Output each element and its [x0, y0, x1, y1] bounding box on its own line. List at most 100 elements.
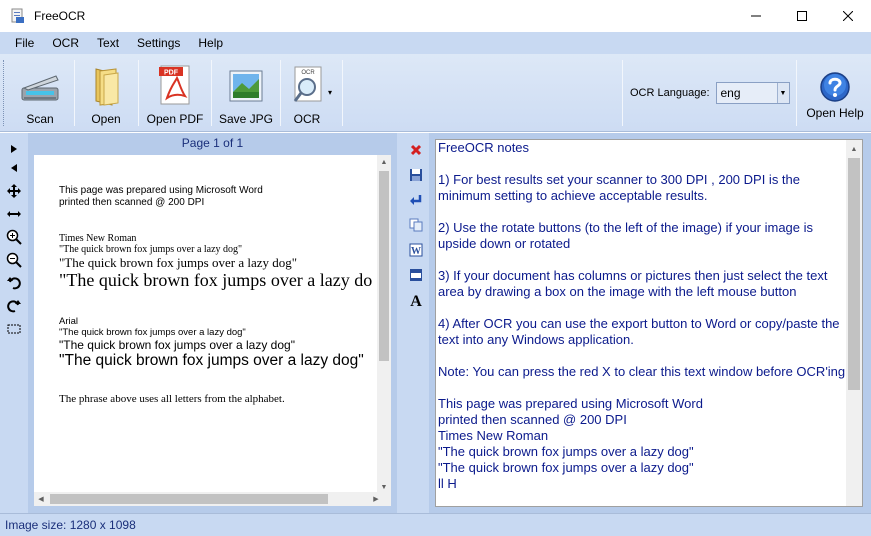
zoom-in-button[interactable]: [1, 225, 27, 248]
zoom-out-button[interactable]: [1, 248, 27, 271]
page-line: Arial: [59, 316, 79, 327]
menu-ocr[interactable]: OCR: [43, 32, 88, 54]
red-x-icon: [410, 144, 422, 155]
image-pane: Page 1 of 1 This page was prepared using…: [28, 133, 397, 513]
select-area-button[interactable]: [1, 317, 27, 340]
ocr-language-select[interactable]: eng ▼: [715, 82, 790, 104]
save-icon: [410, 168, 422, 181]
menu-settings[interactable]: Settings: [128, 32, 189, 54]
image-tools: [0, 133, 28, 513]
copy-text-button[interactable]: [404, 212, 428, 237]
page-line: The phrase above uses all letters from t…: [59, 393, 285, 405]
window-title: FreeOCR: [34, 9, 86, 23]
move-icon: [7, 183, 21, 198]
open-help-label: Open Help: [806, 106, 864, 120]
image-horizontal-scrollbar[interactable]: ◀ ▶: [34, 492, 391, 506]
rotate-left-button[interactable]: [1, 271, 27, 294]
page-line: "The quick brown fox jumps over a lazy d…: [59, 255, 298, 270]
svg-text:W: W: [411, 246, 421, 257]
fit-width-icon: [7, 210, 21, 217]
page-line: This page was prepared using Microsoft W…: [59, 185, 263, 196]
svg-text:A: A: [410, 293, 422, 308]
ocr-language-group: OCR Language: eng ▼: [624, 54, 790, 132]
open-button[interactable]: Open: [80, 58, 132, 128]
scroll-up-icon[interactable]: ▲: [847, 142, 861, 156]
page-line: "The quick brown fox jumps over a lazy d…: [59, 327, 246, 338]
pan-button[interactable]: [1, 179, 27, 202]
pdf-icon: PDF: [159, 65, 190, 105]
save-text-button[interactable]: [404, 162, 428, 187]
ocr-language-value: eng: [720, 86, 741, 100]
export-word-button[interactable]: W: [404, 237, 428, 262]
maximize-icon: [797, 11, 807, 21]
ocr-language-label: OCR Language:: [630, 87, 710, 99]
open-pdf-button[interactable]: PDF Open PDF: [144, 58, 206, 128]
scroll-up-icon[interactable]: ▲: [377, 155, 391, 169]
close-button[interactable]: [825, 0, 871, 32]
save-jpg-label: Save JPG: [218, 112, 274, 126]
main-toolbar: Scan Open PDF Open PDF Save JPG OCR OCR …: [0, 54, 871, 132]
enter-arrow-icon: [410, 194, 422, 205]
export-rtf-button[interactable]: [404, 262, 428, 287]
image-vertical-scrollbar[interactable]: ▲ ▼: [377, 155, 391, 494]
page-line: "The quick brown fox jumps over a lazy d…: [59, 338, 295, 352]
scrollbar-thumb[interactable]: [848, 158, 860, 390]
ocr-button[interactable]: OCR OCR: [284, 58, 330, 128]
menu-bar: File OCR Text Settings Help: [0, 32, 871, 54]
arrow-right-icon: [11, 144, 17, 153]
scan-button[interactable]: Scan: [12, 58, 68, 128]
text-tools: W A: [403, 133, 429, 513]
fit-width-button[interactable]: [1, 202, 27, 225]
scrollbar-thumb[interactable]: [50, 494, 328, 504]
font-button[interactable]: A: [404, 287, 428, 312]
scan-label: Scan: [26, 112, 54, 126]
toolbar-grip[interactable]: [3, 60, 6, 126]
help-icon: [820, 72, 850, 102]
minimize-icon: [751, 15, 761, 17]
open-help-button[interactable]: Open Help: [802, 58, 868, 128]
word-icon: W: [409, 243, 423, 257]
ocr-badge-text: OCR: [301, 70, 315, 76]
ocr-text-content: FreeOCR notes 1) For best results set yo…: [438, 140, 846, 491]
copy-icon: [409, 218, 423, 231]
page-line: "The quick brown fox jumps over a lazy d…: [59, 244, 243, 255]
title-bar: FreeOCR: [0, 0, 871, 32]
scrollbar-thumb[interactable]: [379, 171, 389, 361]
scanner-icon: [21, 75, 59, 101]
arrow-left-icon: [11, 163, 17, 172]
selection-rect-icon: [7, 324, 21, 333]
page-line: "The quick brown fox jumps over a lazy d…: [59, 270, 373, 290]
zoom-out-icon: [6, 252, 22, 268]
ocr-dropdown-arrow[interactable]: ▾: [328, 88, 332, 97]
open-label: Open: [91, 112, 121, 126]
maximize-button[interactable]: [779, 0, 825, 32]
ocr-text-area[interactable]: FreeOCR notes 1) For best results set yo…: [435, 139, 863, 507]
rotate-right-button[interactable]: [1, 294, 27, 317]
page-indicator: Page 1 of 1: [181, 136, 244, 150]
insert-line-button[interactable]: [404, 187, 428, 212]
scroll-left-icon[interactable]: ◀: [34, 492, 48, 506]
status-bar: Image size: 1280 x 1098: [0, 513, 871, 536]
prev-page-button[interactable]: [1, 156, 27, 179]
scroll-right-icon[interactable]: ▶: [369, 492, 383, 506]
pdf-badge-text: PDF: [164, 70, 179, 77]
menu-file[interactable]: File: [6, 32, 43, 54]
page-line: "The quick brown fox jumps over a lazy d…: [59, 352, 364, 369]
menu-text[interactable]: Text: [88, 32, 128, 54]
folder-icon: [95, 68, 119, 106]
minimize-button[interactable]: [733, 0, 779, 32]
clear-text-button[interactable]: [404, 137, 428, 162]
image-size-status: Image size: 1280 x 1098: [5, 518, 136, 532]
rotate-left-icon: [7, 276, 21, 289]
scanned-page[interactable]: This page was prepared using Microsoft W…: [34, 155, 377, 494]
save-jpg-button[interactable]: Save JPG: [217, 58, 275, 128]
text-vertical-scrollbar[interactable]: ▲: [846, 140, 862, 506]
zoom-in-icon: [6, 229, 22, 245]
menu-help[interactable]: Help: [189, 32, 232, 54]
page-line: printed then scanned @ 200 DPI: [59, 197, 205, 208]
open-pdf-label: Open PDF: [146, 112, 204, 126]
image-icon: [229, 70, 263, 102]
app-icon: [11, 8, 24, 23]
chevron-down-icon: ▼: [776, 83, 789, 103]
magnifier-icon: OCR: [293, 66, 322, 102]
